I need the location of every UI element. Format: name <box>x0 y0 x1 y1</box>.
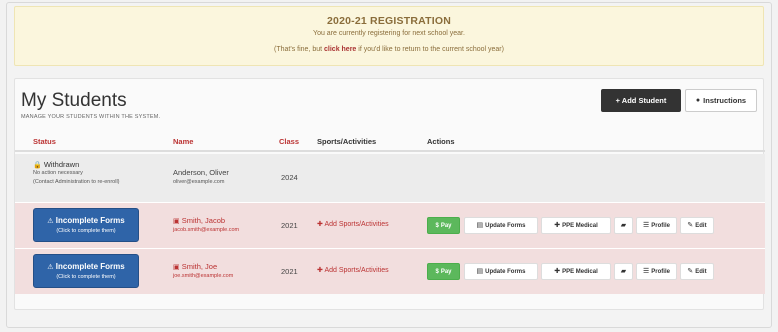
plus-icon: ✚ <box>317 267 323 274</box>
update-forms-button[interactable]: ▤ Update Forms <box>464 217 538 234</box>
student-name: Smith, Jacob <box>181 216 226 225</box>
add-sports-label: Add Sports/Activities <box>324 221 389 228</box>
banner-note: (That's fine, but click here if you'd li… <box>15 46 763 53</box>
table-header: Status Name Class Sports/Activities Acti… <box>15 132 765 152</box>
pay-button[interactable]: $ Pay <box>427 263 460 280</box>
student-class: 2021 <box>281 267 298 276</box>
add-sports-label: Add Sports/Activities <box>324 267 389 274</box>
banner-note-prefix: (That's fine, but <box>274 46 325 53</box>
profile-button[interactable]: ☰ Profile <box>636 217 677 234</box>
edit-label: Edit <box>695 268 707 275</box>
plus-icon: ✚ <box>554 268 561 275</box>
student-email: oliver@example.com <box>173 179 225 185</box>
incomplete-forms-label: Incomplete Forms <box>55 262 125 271</box>
alert-square-icon: ▣ <box>173 264 180 271</box>
add-student-button[interactable]: + Add Student <box>601 89 681 112</box>
instructions-label: Instructions <box>703 96 747 105</box>
banner-subtitle: You are currently registering for next s… <box>313 30 465 37</box>
add-sports-link[interactable]: ✚ Add Sports/Activities <box>317 221 389 228</box>
ppe-medical-button[interactable]: ✚ PPE Medical <box>541 263 611 280</box>
lock-icon: 🔒 <box>33 162 42 169</box>
header-actions: Actions <box>427 137 455 146</box>
incomplete-forms-hint: (Click to complete them) <box>56 274 116 280</box>
status-line-3: (Contact Administration to re-enroll) <box>33 179 120 185</box>
add-student-label: + Add Student <box>615 96 667 105</box>
pay-label: Pay <box>440 268 452 275</box>
ppe-medical-button[interactable]: ✚ PPE Medical <box>541 217 611 234</box>
dollar-icon: $ <box>435 268 439 275</box>
incomplete-forms-hint: (Click to complete them) <box>56 228 116 234</box>
student-name-cell: Anderson, Oliver oliver@example.com <box>173 168 229 185</box>
students-panel: My Students MANAGE YOUR STUDENTS WITHIN … <box>14 78 765 310</box>
edit-label: Edit <box>695 222 707 229</box>
header-sports: Sports/Activities <box>317 137 377 146</box>
incomplete-forms-label: Incomplete Forms <box>55 216 125 225</box>
status-line-1: Withdrawn <box>43 160 80 169</box>
student-class: 2021 <box>281 221 298 230</box>
pay-button[interactable]: $ Pay <box>427 217 460 234</box>
folder-icon: ▰ <box>620 268 627 275</box>
student-class: 2024 <box>281 173 298 182</box>
status-line-2: No action necessary <box>33 170 83 176</box>
student-name: Smith, Joe <box>181 262 218 271</box>
add-sports-link[interactable]: ✚ Add Sports/Activities <box>317 267 389 274</box>
edit-button[interactable]: ✎ Edit <box>680 217 714 234</box>
update-forms-label: Update Forms <box>485 222 526 229</box>
folder-button[interactable]: ▰ <box>614 217 633 234</box>
profile-label: Profile <box>651 268 670 275</box>
edit-icon: ✎ <box>687 268 694 275</box>
edit-icon: ✎ <box>687 222 694 229</box>
document-icon: ▤ <box>476 268 484 275</box>
incomplete-forms-button[interactable]: ⚠ Incomplete Forms (Click to complete th… <box>33 254 139 288</box>
dollar-icon: $ <box>435 222 439 229</box>
folder-icon: ▰ <box>620 222 627 229</box>
plus-icon: ✚ <box>317 221 323 228</box>
page-title: My Students <box>21 90 127 111</box>
edit-button[interactable]: ✎ Edit <box>680 263 714 280</box>
table-row: ⚠ Incomplete Forms (Click to complete th… <box>15 248 765 294</box>
table-row: 🔒 Withdrawn No action necessary (Contact… <box>15 154 765 202</box>
plus-icon: ✚ <box>554 222 561 229</box>
warning-icon: ⚠ <box>47 218 54 225</box>
info-circle-icon: ● <box>695 97 701 104</box>
banner-note-suffix: if you'd like to return to the current s… <box>356 46 504 53</box>
header-class[interactable]: Class <box>279 137 299 146</box>
student-name-cell: ▣ Smith, Joe joe.smith@example.com <box>173 262 233 279</box>
return-current-year-link[interactable]: click here <box>324 46 356 53</box>
alert-square-icon: ▣ <box>173 218 180 225</box>
document-icon: ▤ <box>476 222 484 229</box>
update-forms-button[interactable]: ▤ Update Forms <box>464 263 538 280</box>
ppe-medical-label: PPE Medical <box>562 268 598 275</box>
status-withdrawn: 🔒 Withdrawn No action necessary (Contact… <box>33 160 120 187</box>
incomplete-forms-button[interactable]: ⚠ Incomplete Forms (Click to complete th… <box>33 208 139 242</box>
student-name: Anderson, Oliver <box>173 168 229 177</box>
student-email: jacob.smith@example.com <box>173 227 240 233</box>
page-subtitle: MANAGE YOUR STUDENTS WITHIN THE SYSTEM. <box>21 114 161 120</box>
folder-button[interactable]: ▰ <box>614 263 633 280</box>
warning-icon: ⚠ <box>47 264 54 271</box>
profile-button[interactable]: ☰ Profile <box>636 263 677 280</box>
instructions-button[interactable]: ● Instructions <box>685 89 757 112</box>
table-row: ⚠ Incomplete Forms (Click to complete th… <box>15 202 765 248</box>
update-forms-label: Update Forms <box>485 268 526 275</box>
ppe-medical-label: PPE Medical <box>562 222 598 229</box>
student-name-cell: ▣ Smith, Jacob jacob.smith@example.com <box>173 216 239 233</box>
banner-title: 2020-21 REGISTRATION <box>326 15 451 27</box>
pay-label: Pay <box>440 222 452 229</box>
header-name[interactable]: Name <box>173 137 193 146</box>
header-status[interactable]: Status <box>33 137 56 146</box>
list-icon: ☰ <box>643 268 650 275</box>
student-email: joe.smith@example.com <box>173 273 234 279</box>
list-icon: ☰ <box>643 222 650 229</box>
registration-banner: 2020-21 REGISTRATION You are currently r… <box>14 6 764 66</box>
profile-label: Profile <box>651 222 670 229</box>
